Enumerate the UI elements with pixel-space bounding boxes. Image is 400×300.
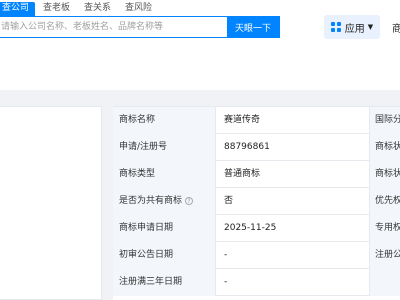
nav-business[interactable]: 商 bbox=[392, 20, 400, 35]
table-row: 商标类型 普通商标 商标状 bbox=[113, 161, 400, 188]
row-label: 申请/注册号 bbox=[113, 134, 216, 161]
table-row: 初审公告日期 - 注册公 bbox=[113, 242, 400, 269]
row-value: 否 bbox=[224, 196, 234, 206]
row-value: - bbox=[224, 277, 228, 287]
table-row: 注册满三年日期 - bbox=[113, 269, 400, 296]
row-label: 初审公告日期 bbox=[113, 242, 216, 269]
search-tabs: 查公司 查老板 查关系 查风险 bbox=[0, 2, 160, 16]
tab-relation[interactable]: 查关系 bbox=[78, 2, 117, 16]
row-value: 赛道传奇 bbox=[224, 115, 261, 125]
top-bar: 查公司 查老板 查关系 查风险 天眼一下 应用 ▼ 商 bbox=[0, 0, 400, 48]
row-value: 2025-11-25 bbox=[224, 223, 277, 233]
row-label-right: 优先权 bbox=[369, 188, 400, 215]
table-row: 商标名称 赛道传奇 国际分 bbox=[113, 107, 400, 134]
row-label-right: 商标状 bbox=[369, 134, 400, 161]
row-label: 是否为共有商标? bbox=[113, 188, 216, 215]
caret-down-icon: ▼ bbox=[367, 23, 374, 31]
row-value: 普通商标 bbox=[224, 169, 261, 179]
apps-label: 应用 bbox=[344, 23, 365, 35]
row-label-right: 注册公 bbox=[369, 242, 400, 269]
row-label-text: 是否为共有商标 bbox=[119, 196, 183, 206]
main-content: 商标名称 赛道传奇 国际分 申请/注册号 88796861 商标状 商标类型 普… bbox=[0, 90, 400, 300]
row-label-right bbox=[369, 269, 400, 296]
header-band bbox=[0, 48, 400, 90]
tab-risk[interactable]: 查风险 bbox=[119, 2, 158, 16]
row-label: 注册满三年日期 bbox=[113, 269, 216, 296]
search-box: 天眼一下 bbox=[0, 16, 280, 38]
row-value: 88796861 bbox=[224, 142, 270, 152]
row-label: 商标名称 bbox=[113, 107, 216, 134]
row-label: 商标申请日期 bbox=[113, 215, 216, 242]
table-row: 商标申请日期 2025-11-25 专用权 bbox=[113, 215, 400, 242]
trademark-image-panel bbox=[0, 106, 102, 300]
tab-company[interactable]: 查公司 bbox=[0, 2, 36, 16]
table-row: 申请/注册号 88796861 商标状 bbox=[113, 134, 400, 161]
row-label: 商标类型 bbox=[113, 161, 216, 188]
row-label-right: 商标状 bbox=[369, 161, 400, 188]
apps-button[interactable]: 应用 ▼ bbox=[324, 15, 380, 39]
row-value: - bbox=[224, 250, 228, 260]
trademark-info-table: 商标名称 赛道传奇 国际分 申请/注册号 88796861 商标状 商标类型 普… bbox=[113, 106, 400, 300]
search-button[interactable]: 天眼一下 bbox=[227, 17, 279, 37]
tab-boss[interactable]: 查老板 bbox=[37, 2, 76, 16]
search-input[interactable] bbox=[0, 17, 227, 37]
row-label-right: 国际分 bbox=[369, 107, 400, 134]
row-label-right: 专用权 bbox=[369, 215, 400, 242]
help-icon[interactable]: ? bbox=[185, 197, 194, 205]
table-row: 是否为共有商标? 否 优先权 bbox=[113, 188, 400, 215]
grid-icon bbox=[330, 22, 341, 32]
